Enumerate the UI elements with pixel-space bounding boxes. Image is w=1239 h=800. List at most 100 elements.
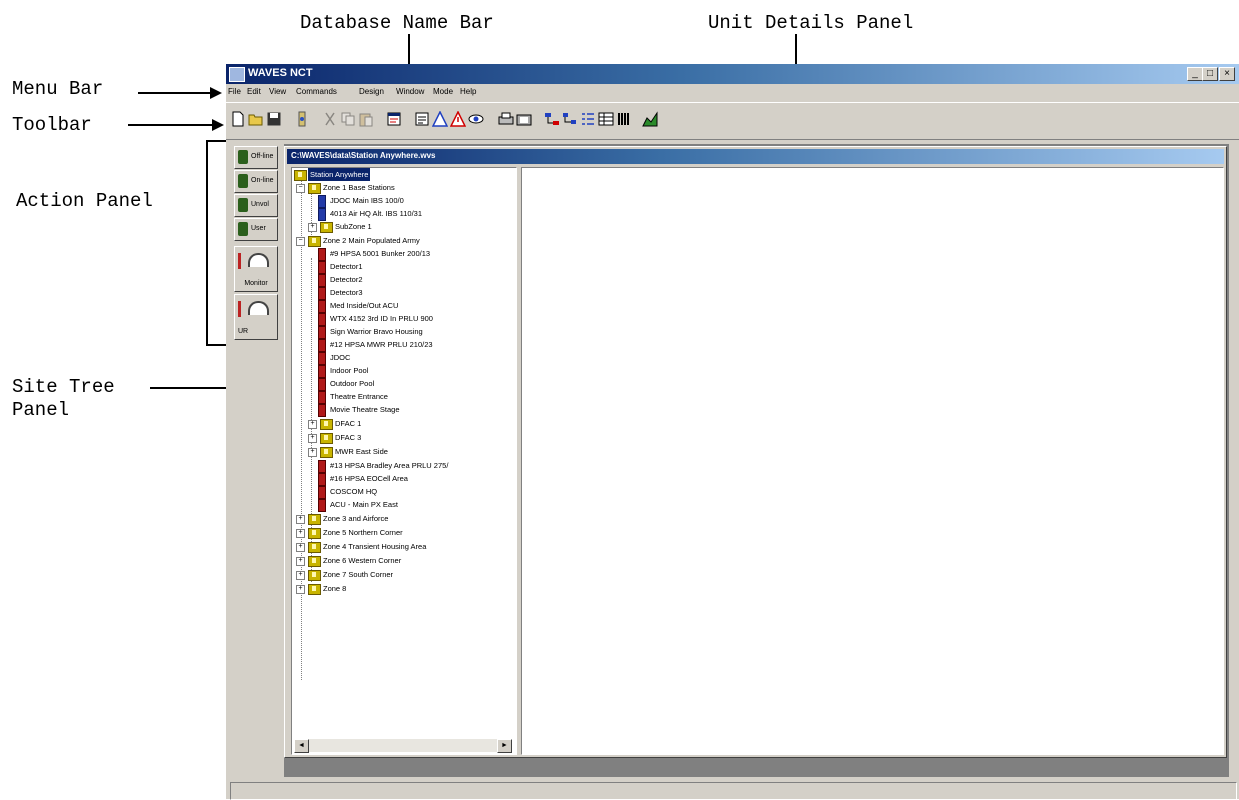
app-icon[interactable]	[229, 67, 245, 82]
unit-icon	[318, 195, 326, 208]
expand-toggle[interactable]: +	[308, 223, 317, 232]
annotation-site-tree-panel: Site Tree Panel	[12, 376, 115, 422]
expand-toggle[interactable]: +	[296, 529, 305, 538]
gauge-icon	[248, 301, 269, 315]
unit-icon	[318, 378, 326, 391]
menu-design[interactable]: Design	[359, 87, 384, 96]
database-name-bar[interactable]: C:\WAVES\data\Station Anywhere.wvs	[287, 149, 1224, 164]
horizontal-scrollbar[interactable]: ◄ ►	[294, 739, 512, 753]
copy-icon[interactable]	[340, 111, 356, 127]
ui-label: UR	[238, 328, 249, 335]
new-icon[interactable]	[230, 111, 246, 127]
arrow-toolbar-head	[212, 119, 224, 131]
warning-icon[interactable]	[432, 111, 448, 127]
tree-line	[301, 180, 302, 680]
collapse-toggle[interactable]: −	[296, 184, 305, 193]
paste-icon[interactable]	[358, 111, 374, 127]
gauge-icon	[248, 253, 269, 267]
ruler-icon	[238, 253, 241, 269]
save-icon[interactable]	[266, 111, 282, 127]
unit-icon	[318, 404, 326, 417]
annotation-unit-details-panel: Unit Details Panel	[708, 12, 914, 34]
menu-window[interactable]: Window	[396, 87, 424, 96]
unvol-label: Unvol	[251, 201, 269, 208]
monitor-label: Monitor	[244, 280, 268, 287]
unit-icon	[318, 261, 326, 274]
menu-mode[interactable]: Mode	[433, 87, 453, 96]
open-icon[interactable]	[248, 111, 264, 127]
list-icon[interactable]	[580, 111, 596, 127]
title-bar[interactable]: WAVES NCT _ □ ×	[226, 64, 1239, 84]
menu-help[interactable]: Help	[460, 87, 476, 96]
connect-icon[interactable]	[294, 111, 310, 127]
minimize-button[interactable]: _	[1187, 67, 1203, 81]
menu-view[interactable]: View	[269, 87, 286, 96]
unit-icon	[318, 499, 326, 512]
traffic-light-icon	[238, 174, 248, 188]
unit-icon	[318, 208, 326, 221]
scroll-right-button[interactable]: ►	[497, 739, 512, 753]
status-bar	[230, 782, 1237, 800]
folder-icon	[294, 170, 307, 181]
folder-icon	[308, 183, 321, 194]
unit-icon	[318, 248, 326, 261]
database-window: C:\WAVES\data\Station Anywhere.wvs Stati…	[284, 146, 1227, 758]
tree-icon[interactable]	[562, 111, 578, 127]
ruler-icon	[238, 301, 241, 317]
expand-toggle[interactable]: +	[296, 543, 305, 552]
close-button[interactable]: ×	[1219, 67, 1235, 81]
message-icon[interactable]	[414, 111, 430, 127]
bars-icon[interactable]	[616, 111, 632, 127]
scroll-left-button[interactable]: ◄	[294, 739, 309, 753]
annotation-menu-bar: Menu Bar	[12, 78, 104, 100]
menu-file[interactable]: File	[228, 87, 241, 96]
online-button[interactable]: On-line	[234, 170, 278, 193]
action-bracket-left	[206, 140, 208, 346]
site-tree-panel[interactable]: Station Anywhere − Zone 1 Base Stations J…	[291, 167, 517, 755]
menu-commands[interactable]: Commands	[296, 87, 337, 96]
cut-icon[interactable]	[322, 111, 338, 127]
network-icon[interactable]	[544, 111, 560, 127]
unit-icon	[318, 326, 326, 339]
expand-toggle[interactable]: +	[296, 557, 305, 566]
folder-icon	[308, 556, 321, 567]
chart-icon[interactable]	[642, 111, 658, 127]
print-icon[interactable]	[498, 111, 514, 127]
ui-button[interactable]: UR	[234, 294, 278, 340]
menu-edit[interactable]: Edit	[247, 87, 261, 96]
traffic-light-icon	[238, 150, 248, 164]
properties-icon[interactable]	[386, 111, 402, 127]
folder-icon	[308, 514, 321, 525]
expand-toggle[interactable]: +	[308, 420, 317, 429]
camera-icon[interactable]	[516, 111, 532, 127]
unit-icon	[318, 313, 326, 326]
monitor-button[interactable]: Monitor	[234, 246, 278, 292]
maximize-button[interactable]: □	[1202, 67, 1218, 81]
unit-icon	[318, 339, 326, 352]
unit-icon	[318, 300, 326, 313]
arrow-menu-bar-head	[210, 87, 222, 99]
folder-icon	[320, 222, 333, 233]
application-window: WAVES NCT _ □ × File Edit View Commands …	[226, 64, 1239, 800]
folder-icon	[320, 447, 333, 458]
expand-toggle[interactable]: +	[308, 448, 317, 457]
user-button[interactable]: User	[234, 218, 278, 241]
alert-icon[interactable]	[450, 111, 466, 127]
folder-icon	[320, 419, 333, 430]
expand-toggle[interactable]: +	[296, 515, 305, 524]
offline-label: Off-line	[251, 153, 274, 160]
collapse-toggle[interactable]: −	[296, 237, 305, 246]
arrow-menu-bar-line	[138, 92, 210, 94]
offline-button[interactable]: Off-line	[234, 146, 278, 169]
eye-icon[interactable]	[468, 111, 484, 127]
details-icon[interactable]	[598, 111, 614, 127]
unvol-button[interactable]: Unvol	[234, 194, 278, 217]
expand-toggle[interactable]: +	[296, 571, 305, 580]
folder-icon	[308, 570, 321, 581]
unit-details-panel[interactable]	[521, 167, 1224, 755]
expand-toggle[interactable]: +	[308, 434, 317, 443]
traffic-light-icon	[238, 198, 248, 212]
unit-icon	[318, 486, 326, 499]
expand-toggle[interactable]: +	[296, 585, 305, 594]
folder-icon	[308, 528, 321, 539]
